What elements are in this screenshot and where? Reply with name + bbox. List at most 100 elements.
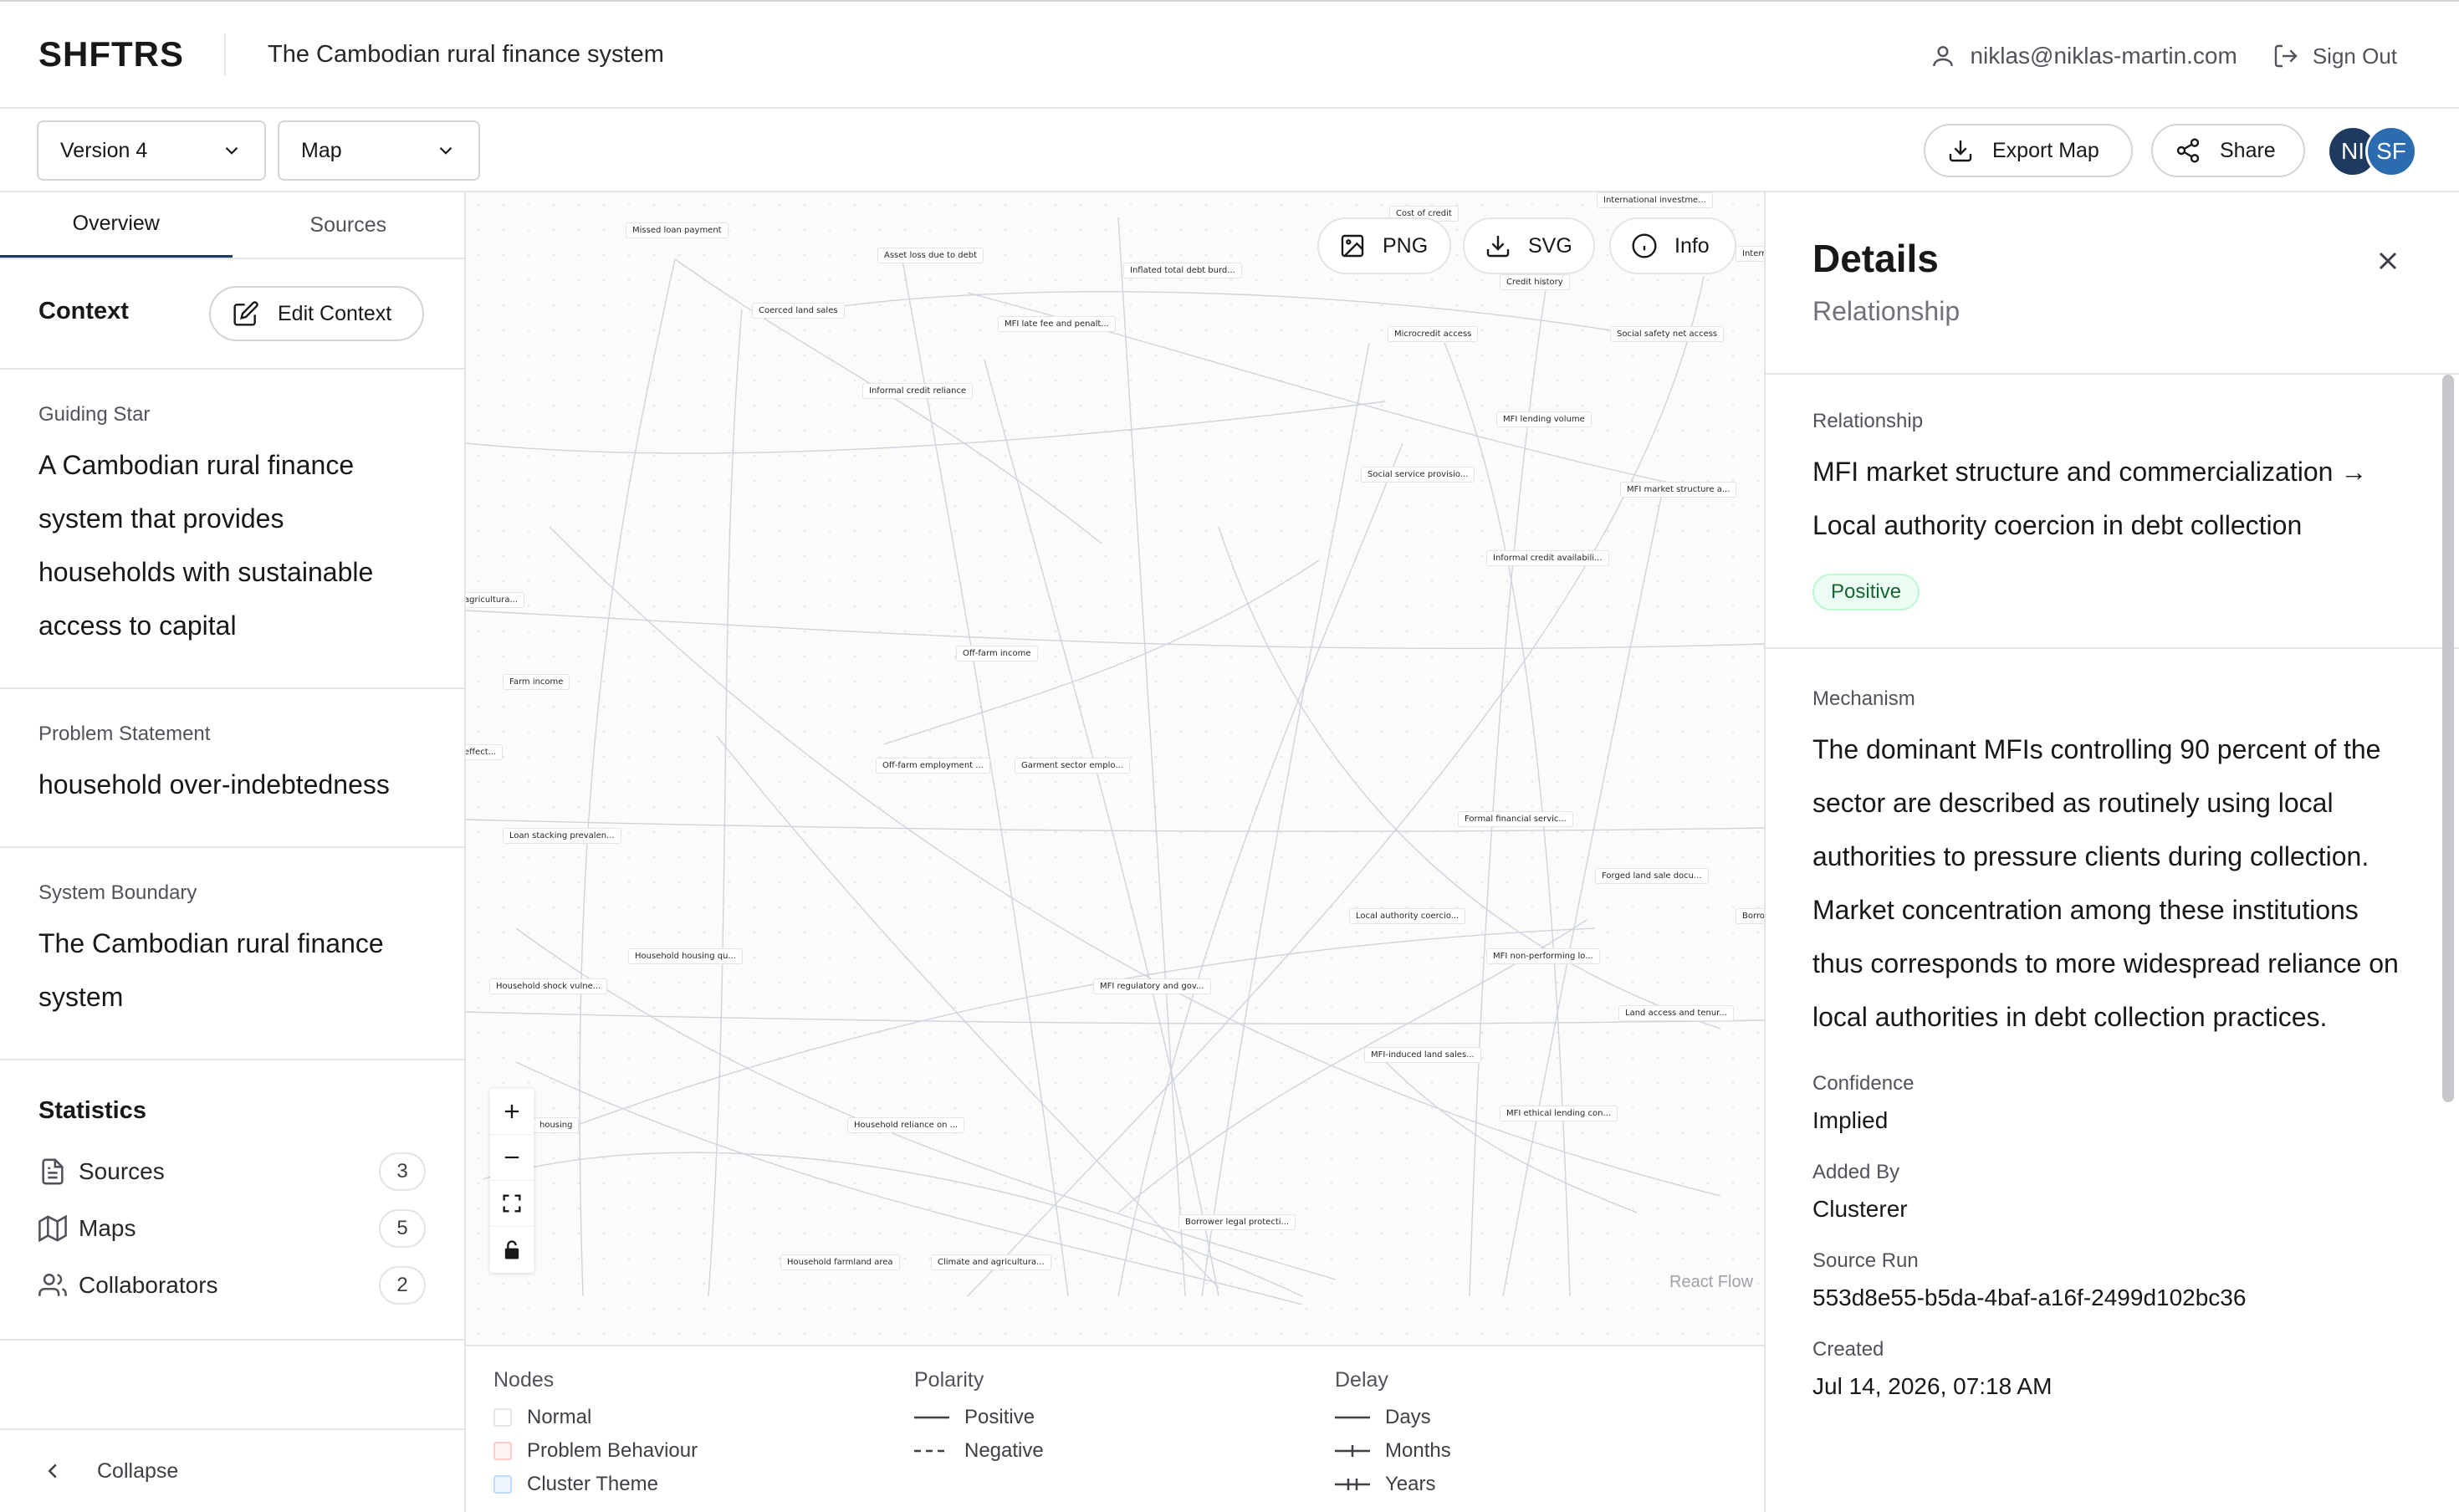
system-boundary-section: System Boundary The Cambodian rural fina… bbox=[0, 848, 464, 1060]
map-node[interactable]: MFI late fee and penalt... bbox=[998, 316, 1116, 332]
export-map-label: Export Map bbox=[1992, 138, 2099, 162]
map-node[interactable]: Borro bbox=[1736, 908, 1764, 924]
share-button[interactable]: Share bbox=[2151, 124, 2305, 177]
info-icon bbox=[1632, 233, 1657, 258]
map-node[interactable]: Off-farm employment ... bbox=[876, 758, 990, 774]
context-title: Context bbox=[38, 298, 129, 324]
zoom-out-button[interactable] bbox=[490, 1135, 534, 1181]
map-node[interactable]: MFI ethical lending con... bbox=[1500, 1106, 1618, 1121]
lock-button[interactable] bbox=[490, 1227, 534, 1273]
map-node[interactable]: Intern bbox=[1736, 246, 1764, 262]
map-node[interactable]: agricultura... bbox=[466, 592, 525, 608]
legend-item: Normal bbox=[493, 1401, 698, 1434]
map-node[interactable]: MFI non-performing lo... bbox=[1486, 948, 1600, 964]
map-node[interactable]: Social service provisio... bbox=[1361, 467, 1475, 483]
details-header: Details Relationship bbox=[1766, 192, 2459, 375]
solid-line-icon bbox=[914, 1416, 949, 1419]
map-node[interactable]: Informal credit reliance bbox=[862, 383, 974, 399]
export-svg-button[interactable]: SVG bbox=[1463, 217, 1595, 274]
stat-count: 5 bbox=[379, 1209, 426, 1248]
zoom-controls bbox=[490, 1089, 534, 1273]
export-map-button[interactable]: Export Map bbox=[1924, 124, 2133, 177]
map-node[interactable]: Household shock vulne... bbox=[489, 978, 608, 994]
map-node[interactable]: Land access and tenur... bbox=[1618, 1005, 1734, 1021]
map-node[interactable]: Social safety net access bbox=[1610, 326, 1725, 342]
map-node[interactable]: Off-farm income bbox=[956, 646, 1038, 662]
confidence-field: Confidence Implied bbox=[1812, 1072, 2412, 1141]
details-title: Details bbox=[1812, 237, 1939, 280]
map-node[interactable]: Asset loss due to debt bbox=[877, 248, 984, 263]
details-scrollbar[interactable] bbox=[2442, 375, 2454, 1102]
legend-item: Days bbox=[1335, 1401, 1451, 1434]
header-divider bbox=[224, 33, 226, 75]
map-node[interactable]: MFI lending volume bbox=[1496, 411, 1592, 427]
logout-icon bbox=[2274, 44, 2298, 68]
stat-row-sources[interactable]: Sources 3 bbox=[38, 1143, 426, 1200]
map-node[interactable]: Inflated total debt burd... bbox=[1123, 263, 1242, 278]
user-account[interactable]: niklas@niklas-martin.com bbox=[1930, 43, 2237, 69]
confidence-value: Implied bbox=[1812, 1107, 1889, 1133]
map-node[interactable]: MFI market structure a... bbox=[1620, 482, 1737, 498]
zoom-in-button[interactable] bbox=[490, 1089, 534, 1135]
info-label: Info bbox=[1674, 233, 1710, 258]
edit-context-button[interactable]: Edit Context bbox=[209, 286, 424, 341]
stat-row-collaborators[interactable]: Collaborators 2 bbox=[38, 1257, 426, 1314]
collapse-sidebar-button[interactable]: Collapse bbox=[0, 1428, 464, 1512]
view-select[interactable]: Map bbox=[278, 120, 480, 181]
guiding-star-label: Guiding Star bbox=[38, 403, 151, 426]
map-node[interactable]: housing bbox=[533, 1117, 580, 1133]
map-node[interactable]: MFI-induced land sales... bbox=[1364, 1047, 1481, 1063]
map-node[interactable]: Climate and agricultura... bbox=[931, 1254, 1051, 1270]
legend-label: Problem Behaviour bbox=[527, 1439, 698, 1462]
download-icon bbox=[1949, 140, 1972, 162]
react-flow-attribution[interactable]: React Flow bbox=[1669, 1273, 1753, 1292]
map-node[interactable]: effect... bbox=[466, 744, 504, 760]
map-node[interactable]: Loan stacking prevalen... bbox=[503, 828, 621, 844]
map-node[interactable]: Coerced land sales bbox=[752, 303, 845, 319]
info-button[interactable]: Info bbox=[1609, 217, 1736, 274]
avatar[interactable]: SF bbox=[2365, 125, 2417, 177]
stat-label: Maps bbox=[79, 1215, 136, 1241]
map-node[interactable]: Household farmland area bbox=[780, 1254, 900, 1270]
map-node[interactable]: MFI regulatory and gov... bbox=[1093, 978, 1211, 994]
map-node[interactable]: Informal credit availabili... bbox=[1486, 550, 1609, 566]
map-node[interactable]: Missed loan payment bbox=[626, 222, 728, 238]
fit-view-button[interactable] bbox=[490, 1181, 534, 1227]
system-boundary-text: The Cambodian rural finance system bbox=[38, 928, 384, 1012]
plus-icon bbox=[504, 1104, 519, 1119]
sign-out-button[interactable]: Sign Out bbox=[2272, 43, 2397, 69]
share-icon bbox=[2176, 138, 2200, 163]
edit-icon bbox=[233, 301, 258, 326]
problem-statement-text: household over-indebtedness bbox=[38, 769, 390, 799]
tab-overview[interactable]: Overview bbox=[0, 192, 233, 258]
added-by-value: Clusterer bbox=[1812, 1196, 1908, 1222]
close-icon[interactable] bbox=[2373, 246, 2403, 276]
statistics-title: Statistics bbox=[38, 1097, 146, 1124]
version-select[interactable]: Version 4 bbox=[37, 120, 266, 181]
map-node[interactable]: Forged land sale docu... bbox=[1595, 868, 1709, 884]
map-canvas[interactable]: Missed loan payment Asset loss due to de… bbox=[466, 192, 1764, 1345]
legend-delay-title: Delay bbox=[1335, 1368, 1388, 1392]
system-boundary-label: System Boundary bbox=[38, 881, 197, 904]
map-node[interactable]: Borrower legal protecti... bbox=[1178, 1214, 1296, 1230]
stat-row-maps[interactable]: Maps 5 bbox=[38, 1200, 426, 1257]
stat-label: Collaborators bbox=[79, 1272, 218, 1298]
download-icon bbox=[1486, 236, 1510, 258]
legend-label: Normal bbox=[527, 1406, 592, 1428]
map-node[interactable]: Credit history bbox=[1500, 274, 1570, 290]
legend-item: Cluster Theme bbox=[493, 1468, 698, 1501]
tab-sources[interactable]: Sources bbox=[233, 192, 465, 258]
map-node[interactable]: Microcredit access bbox=[1388, 326, 1479, 342]
map-node[interactable]: Formal financial servic... bbox=[1458, 811, 1573, 827]
delay-years-icon bbox=[1335, 1479, 1370, 1490]
export-png-button[interactable]: PNG bbox=[1317, 217, 1451, 274]
map-node[interactable]: Household housing qu... bbox=[628, 948, 743, 964]
map-node[interactable]: Household reliance on ... bbox=[847, 1117, 965, 1133]
app-logo[interactable]: SHFTRS bbox=[38, 34, 184, 74]
chevron-down-icon bbox=[225, 146, 238, 155]
relationship-section: Relationship MFI market structure and co… bbox=[1766, 375, 2459, 649]
map-node[interactable]: Garment sector emplo... bbox=[1015, 758, 1130, 774]
map-node[interactable]: Farm income bbox=[503, 674, 570, 690]
map-node[interactable]: Local authority coercio... bbox=[1349, 908, 1466, 924]
map-node[interactable]: International investme... bbox=[1597, 192, 1713, 208]
